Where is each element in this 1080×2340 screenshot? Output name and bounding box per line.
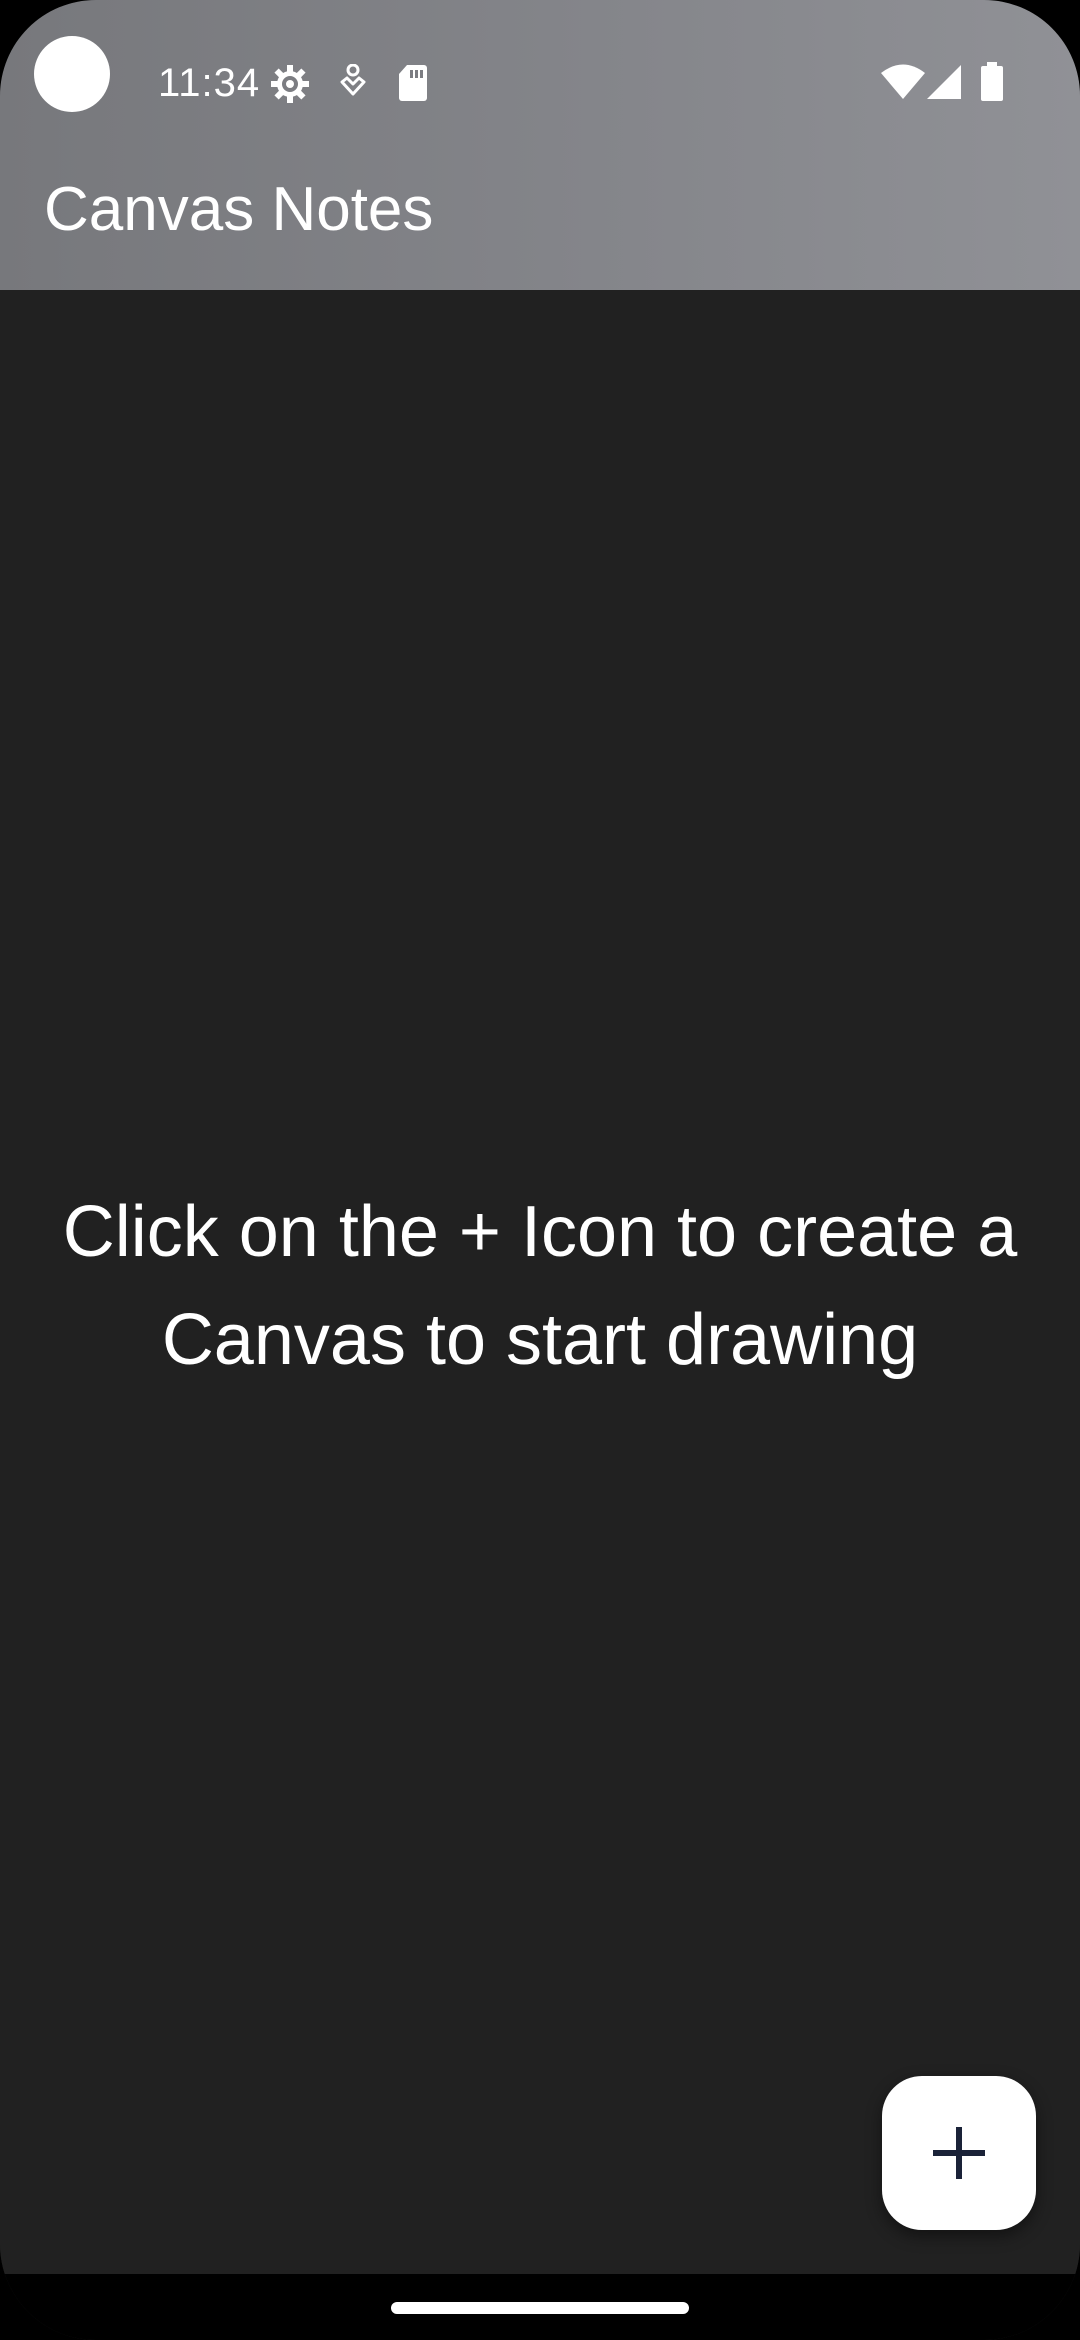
canvas-list-area: Click on the + Icon to create a Canvas t… xyxy=(0,290,1080,2274)
phone-screen: 11:34 Canvas Notes Click on the + Icon t… xyxy=(0,0,1080,2340)
cell-signal-icon xyxy=(927,65,961,99)
app-title: Canvas Notes xyxy=(44,175,434,244)
app-header: 11:34 Canvas Notes xyxy=(0,0,1080,290)
gear-icon xyxy=(271,65,309,103)
home-gesture-handle[interactable] xyxy=(391,2302,689,2314)
empty-state-message: Click on the + Icon to create a Canvas t… xyxy=(62,1192,1018,1380)
accessibility-icon xyxy=(340,64,366,96)
status-bar: 11:34 xyxy=(0,0,1080,170)
add-canvas-button[interactable] xyxy=(882,2076,1036,2230)
battery-icon xyxy=(981,62,1003,101)
status-time: 11:34 xyxy=(158,61,261,105)
sd-card-icon xyxy=(399,65,427,101)
plus-icon xyxy=(933,2127,985,2179)
wifi-icon xyxy=(881,64,925,99)
navigation-bar xyxy=(0,2274,1080,2340)
camera-cutout xyxy=(34,36,110,112)
